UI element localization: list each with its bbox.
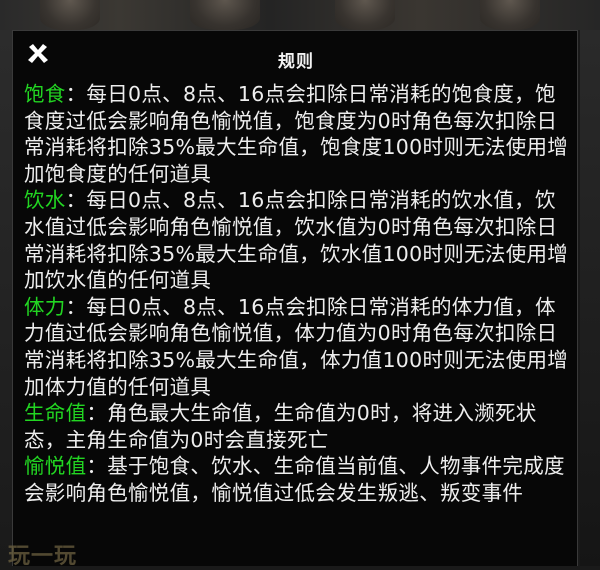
rule-term: 生命值 [24, 401, 87, 426]
rule-term: 愉悦值 [24, 454, 87, 479]
rule-happiness: 愉悦值：基于饱食、饮水、生命值当前值、人物事件完成度会影响角色愉悦值，愉悦值过低… [24, 453, 572, 506]
rule-text: ：角色最大生命值，生命值为0时，将进入濒死状态，主角生命值为0时会直接死亡 [24, 401, 537, 452]
rules-dialog: 规则 饱食：每日0点、8点、16点会扣除日常消耗的饱食度，饱食度过低会影响角色愉… [12, 30, 578, 566]
rule-text: ：每日0点、8点、16点会扣除日常消耗的饱食度，饱食度过低会影响角色愉悦值，饱食… [24, 82, 569, 186]
rule-water: 饮水：每日0点、8点、16点会扣除日常消耗的饮水值，饮水值过低会影响角色愉悦值，… [24, 187, 572, 293]
background-scene-right [580, 30, 600, 566]
character-portrait [40, 0, 100, 30]
rule-term: 体力 [24, 294, 66, 319]
rule-text: ：基于饱食、饮水、生命值当前值、人物事件完成度会影响角色愉悦值，愉悦值过低会发生… [24, 454, 565, 505]
rule-term: 饱食 [24, 82, 66, 106]
background-scene [0, 0, 600, 30]
rule-term: 饮水 [24, 188, 66, 213]
dialog-title: 规则 [278, 52, 314, 72]
character-portrait [480, 0, 540, 30]
rule-text: ：每日0点、8点、16点会扣除日常消耗的体力值，体力值过低会影响角色愉悦值，体力… [24, 294, 569, 399]
rule-stamina: 体力：每日0点、8点、16点会扣除日常消耗的体力值，体力值过低会影响角色愉悦值，… [24, 294, 572, 400]
background-scene-left [0, 30, 12, 566]
rule-satiety: 饱食：每日0点、8点、16点会扣除日常消耗的饱食度，饱食度过低会影响角色愉悦值，… [24, 81, 572, 187]
character-portrait [335, 0, 395, 30]
watermark-logo: 玩一玩 [8, 544, 78, 569]
rule-text: ：每日0点、8点、16点会扣除日常消耗的饮水值，饮水值过低会影响角色愉悦值，饮水… [24, 188, 569, 293]
rule-health: 生命值：角色最大生命值，生命值为0时，将进入濒死状态，主角生命值为0时会直接死亡 [24, 400, 572, 453]
rules-content: 饱食：每日0点、8点、16点会扣除日常消耗的饱食度，饱食度过低会影响角色愉悦值，… [24, 81, 572, 507]
character-portrait [190, 0, 260, 30]
